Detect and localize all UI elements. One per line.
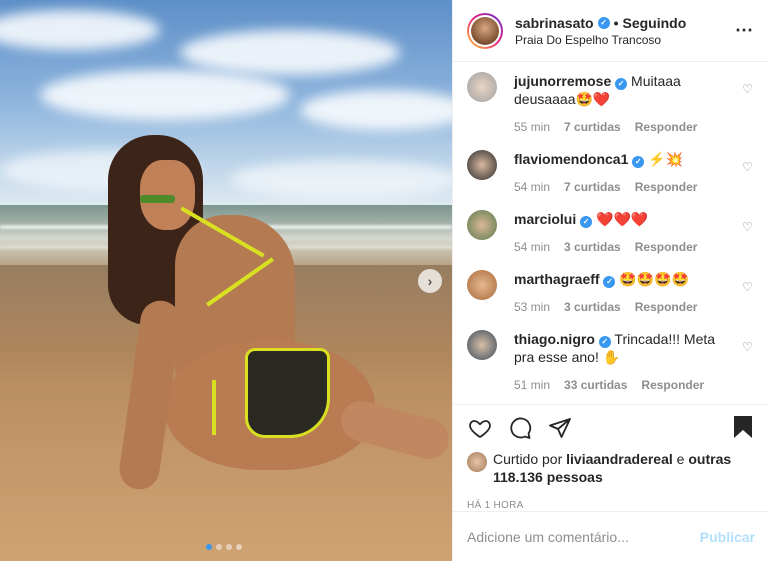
heart-icon — [469, 419, 491, 438]
author-avatar[interactable] — [467, 12, 503, 49]
comment-item: marciolui ✓ ❤️❤️❤️ 54 min 3 curtidas Res… — [467, 210, 754, 254]
verified-badge-icon: ✓ — [603, 276, 616, 288]
carousel-dot — [236, 544, 242, 550]
carousel-dot — [226, 544, 232, 550]
post-actions — [453, 404, 768, 450]
comment-text: ❤️❤️❤️ — [596, 211, 649, 227]
comment-likes[interactable]: 7 curtidas — [564, 180, 621, 194]
photo-cloud — [230, 160, 452, 198]
publish-button[interactable]: Publicar — [700, 529, 755, 545]
comment-time[interactable]: 55 min — [514, 120, 550, 134]
comment-username[interactable]: flaviomendonca1 — [514, 151, 628, 167]
comment-likes[interactable]: 3 curtidas — [564, 240, 621, 254]
verified-badge-icon: ✓ — [580, 216, 593, 228]
comment-time[interactable]: 53 min — [514, 300, 550, 314]
liker-username[interactable]: liviaandradereal — [566, 451, 673, 467]
comment-text: 🤩🤩🤩🤩 — [619, 271, 690, 287]
likes-connector: e — [676, 451, 685, 467]
comment-button[interactable] — [507, 415, 533, 441]
share-button[interactable] — [547, 415, 573, 441]
comment-reply-button[interactable]: Responder — [635, 240, 698, 254]
carousel-next-button[interactable]: › — [418, 269, 442, 293]
like-button[interactable] — [467, 415, 493, 441]
add-comment-bar: Adicione um comentário... Publicar — [453, 511, 768, 561]
verified-badge-icon: ✓ — [615, 78, 628, 90]
verified-badge-icon: ✓ — [598, 336, 611, 348]
chevron-right-icon: › — [427, 273, 433, 289]
post-location[interactable]: Praia Do Espelho Trancoso — [515, 33, 735, 47]
comment-likes[interactable]: 7 curtidas — [564, 120, 621, 134]
comment-like-heart-icon[interactable]: ♡ — [742, 340, 754, 354]
follow-status-button[interactable]: Seguindo — [623, 15, 687, 31]
comment-avatar[interactable] — [467, 72, 497, 102]
comment-item: jujunorremose ✓ Muitaaa deusaaaa🤩❤️ 55 m… — [467, 72, 754, 134]
comment-likes[interactable]: 33 curtidas — [564, 378, 627, 392]
comment-item: thiago.nigro ✓ Trincada!!! Meta pra esse… — [467, 330, 754, 392]
comment-reply-button[interactable]: Responder — [635, 120, 698, 134]
likes-summary: Curtido por liviaandradereal e outras 11… — [453, 450, 768, 486]
photo-cloud — [40, 70, 290, 120]
author-username[interactable]: sabrinasato — [515, 15, 594, 31]
liker-avatar[interactable] — [467, 452, 487, 472]
comment-icon — [510, 417, 532, 439]
comment-username[interactable]: jujunorremose — [514, 73, 611, 89]
bookmark-icon — [734, 416, 752, 438]
photo-cloud — [300, 90, 452, 130]
verified-badge-icon: ✓ — [597, 16, 610, 29]
post-timestamp[interactable]: Há 1 hora — [453, 486, 768, 511]
comment-input[interactable]: Adicione um comentário... — [467, 529, 700, 545]
verified-badge-icon: ✓ — [632, 156, 645, 168]
carousel-dot — [206, 544, 212, 550]
comment-like-heart-icon[interactable]: ♡ — [742, 280, 754, 294]
comment-time[interactable]: 54 min — [514, 240, 550, 254]
photo-cloud — [180, 30, 400, 75]
share-icon — [549, 417, 571, 438]
comment-time[interactable]: 54 min — [514, 180, 550, 194]
comment-username[interactable]: thiago.nigro — [514, 331, 595, 347]
comment-reply-button[interactable]: Responder — [641, 378, 704, 392]
comments-list[interactable]: jujunorremose ✓ Muitaaa deusaaaa🤩❤️ 55 m… — [453, 62, 768, 404]
header-separator: • — [613, 14, 619, 31]
comment-like-heart-icon[interactable]: ♡ — [742, 160, 754, 174]
post-panel: sabrinasato ✓ • Seguindo Praia Do Espelh… — [452, 0, 768, 561]
figure-bikini-tie — [212, 380, 216, 435]
comment-username[interactable]: marciolui — [514, 211, 576, 227]
comment-avatar[interactable] — [467, 150, 497, 180]
comment-username[interactable]: marthagraeff — [514, 271, 600, 287]
carousel-dots — [206, 544, 242, 550]
comment-likes[interactable]: 3 curtidas — [564, 300, 621, 314]
comment-item: flaviomendonca1 ✓ ⚡💥 54 min 7 curtidas R… — [467, 150, 754, 194]
comment-like-heart-icon[interactable]: ♡ — [742, 82, 754, 96]
photo-cloud — [0, 10, 160, 50]
save-button[interactable] — [732, 415, 754, 442]
likes-prefix: Curtido por — [493, 451, 563, 467]
comment-like-heart-icon[interactable]: ♡ — [742, 220, 754, 234]
comment-item: marthagraeff ✓ 🤩🤩🤩🤩 53 min 3 curtidas Re… — [467, 270, 754, 314]
post-photo[interactable]: › — [0, 0, 452, 561]
comment-time[interactable]: 51 min — [514, 378, 550, 392]
comment-avatar[interactable] — [467, 210, 497, 240]
figure-bikini-bottom — [245, 348, 330, 438]
comment-reply-button[interactable]: Responder — [635, 180, 698, 194]
comment-reply-button[interactable]: Responder — [635, 300, 698, 314]
comment-text: ⚡💥 — [648, 151, 684, 167]
more-options-icon[interactable]: ⋯ — [735, 20, 754, 41]
comment-avatar[interactable] — [467, 270, 497, 300]
figure-sunglasses — [140, 195, 175, 203]
carousel-dot — [216, 544, 222, 550]
post-header: sabrinasato ✓ • Seguindo Praia Do Espelh… — [453, 0, 768, 62]
comment-avatar[interactable] — [467, 330, 497, 360]
